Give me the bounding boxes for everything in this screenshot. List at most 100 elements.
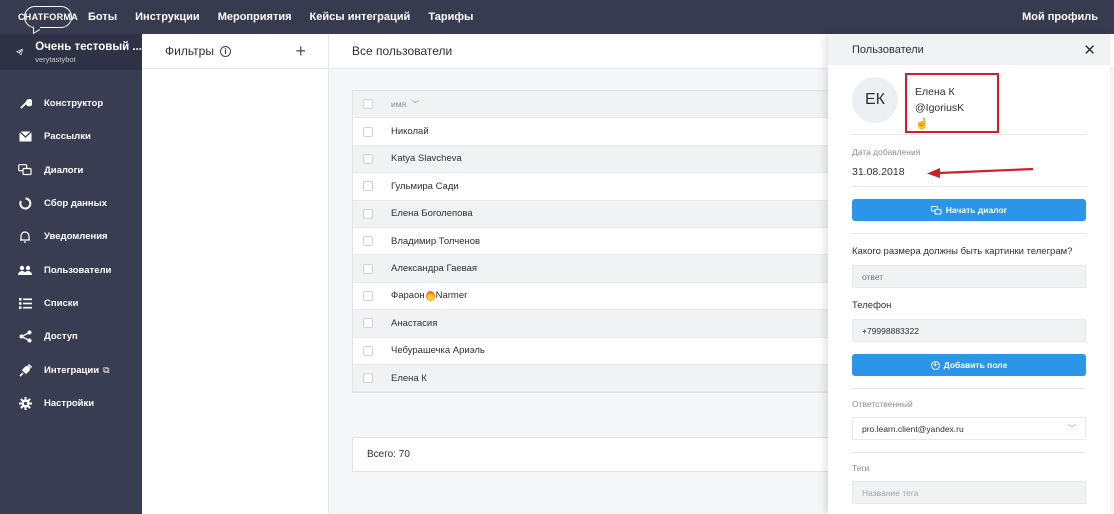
start-dialog-button[interactable]: Начать диалог	[852, 199, 1086, 221]
user-name: Елена К	[391, 372, 427, 384]
row-checkbox[interactable]	[363, 153, 373, 164]
row-checkbox[interactable]	[363, 236, 373, 247]
mouse-cursor-icon: ☝	[915, 118, 929, 130]
sidebar-item-settings[interactable]: Настройки	[0, 387, 142, 420]
table-row[interactable]: Чебурашечка Ариэль	[353, 338, 851, 365]
fire-emoji-icon	[425, 290, 435, 301]
add-filter-button[interactable]: +	[295, 41, 306, 62]
sidebar-item-label: Рассылки	[44, 131, 91, 143]
sidebar-item-data-collection[interactable]: Сбор данных	[0, 187, 142, 220]
external-link-icon: ⧉	[103, 364, 110, 375]
row-checkbox[interactable]	[363, 290, 373, 301]
nav-integration-cases[interactable]: Кейсы интеграций	[310, 11, 411, 23]
user-name: Гульмира Сади	[391, 180, 459, 192]
bot-selector[interactable]: Очень тестовый ... verytastybot	[0, 34, 142, 70]
responsible-select[interactable]: pro.learn.client@yandex.ru ﹀	[852, 417, 1086, 440]
bot-handle: verytastybot	[35, 54, 76, 64]
chevron-down-icon[interactable]: ﹀	[411, 99, 419, 110]
user-name: Katya Slavcheva	[391, 153, 462, 165]
tag-input[interactable]: Название тега	[852, 481, 1086, 504]
row-checkbox[interactable]	[363, 208, 373, 219]
row-checkbox[interactable]	[363, 318, 373, 329]
plug-icon	[18, 363, 32, 377]
red-arrow-annotation	[927, 167, 1034, 178]
avatar: ЕК	[852, 77, 898, 123]
chatforma-logo[interactable]: CHATFORMA	[18, 6, 78, 28]
row-checkbox[interactable]	[363, 345, 373, 356]
chat-bubbles-icon	[18, 163, 32, 177]
users-table: имя ﹀ Николай Katya Slavcheva Гульмира С…	[352, 90, 852, 394]
table-row[interactable]: Александра Гаевая	[353, 255, 851, 283]
sidebar-menu: Конструктор Рассылки Диалоги Сбор данных…	[0, 87, 142, 420]
bell-icon	[18, 230, 32, 244]
table-row[interactable]: Гульмира Сади	[353, 173, 851, 201]
add-field-button[interactable]: + Добавить поле	[852, 354, 1086, 376]
sidebar-item-label: Пользователи	[44, 264, 112, 276]
table-row[interactable]: Владимир Толченов	[353, 228, 851, 256]
user-name: Владимир Толченов	[391, 235, 481, 247]
divider	[852, 452, 1086, 453]
phone-label: Телефон	[852, 300, 892, 311]
row-checkbox[interactable]	[363, 263, 373, 274]
sidebar: Очень тестовый ... verytastybot Конструк…	[0, 34, 142, 514]
table-row[interactable]: Николай	[353, 118, 851, 146]
responsible-value: pro.learn.client@yandex.ru	[862, 423, 964, 434]
table-row[interactable]: Анастасия	[353, 310, 851, 338]
sidebar-item-label: Доступ	[44, 331, 78, 343]
user-name-suffix: Narmer	[435, 290, 468, 302]
chevron-down-icon: ﹀	[1068, 424, 1076, 433]
row-checkbox[interactable]	[363, 126, 373, 137]
row-checkbox[interactable]	[363, 181, 373, 192]
sidebar-item-label: Списки	[44, 297, 79, 309]
nav-pricing[interactable]: Тарифы	[428, 11, 473, 23]
user-name: Александра Гаевая	[391, 263, 478, 275]
my-profile-link[interactable]: Мой профиль	[1022, 11, 1098, 23]
wrench-icon	[18, 97, 32, 111]
filters-title: Фильтры	[165, 44, 214, 58]
envelope-icon	[18, 130, 32, 144]
table-row[interactable]: Елена К	[353, 364, 851, 393]
sidebar-item-label: Интеграции	[44, 364, 100, 376]
plus-circle-icon: +	[930, 360, 940, 370]
share-icon	[18, 330, 32, 344]
telegram-icon	[16, 48, 24, 56]
table-row[interactable]: Елена Боголепова	[353, 200, 851, 228]
user-name: Чебурашечка Ариэль	[391, 345, 485, 357]
table-row[interactable]: Katya Slavcheva	[353, 145, 851, 174]
sidebar-item-label: Диалоги	[44, 164, 84, 176]
date-added-section: Дата добавления 31.08.2018	[852, 135, 1086, 187]
close-icon[interactable]: ✕	[1083, 41, 1096, 59]
panel-title: Пользователи	[852, 43, 924, 56]
filters-column: Фильтры i +	[142, 34, 329, 514]
question-answer-field[interactable]: ответ	[852, 265, 1086, 288]
sidebar-item-label: Уведомления	[44, 231, 108, 243]
sidebar-item-users[interactable]: Пользователи	[0, 253, 142, 286]
phone-field[interactable]: +79998883322	[852, 319, 1086, 342]
page-title: Все пользователи	[352, 44, 453, 58]
sidebar-item-dialogs[interactable]: Диалоги	[0, 154, 142, 187]
row-checkbox[interactable]	[363, 373, 373, 384]
chat-icon	[930, 205, 942, 214]
table-row[interactable]: Фараон Narmer	[353, 283, 851, 311]
question-label: Какого размера должны быть картинки теле…	[852, 246, 1073, 257]
column-header-name[interactable]: имя	[391, 99, 406, 109]
top-nav: Боты Инструкции Мероприятия Кейсы интегр…	[88, 11, 491, 23]
info-icon[interactable]: i	[219, 45, 231, 57]
sidebar-item-label: Конструктор	[44, 98, 104, 110]
sidebar-item-constructor[interactable]: Конструктор	[0, 87, 142, 120]
users-icon	[18, 263, 32, 277]
date-added-label: Дата добавления	[852, 147, 921, 157]
select-all-checkbox[interactable]	[363, 99, 373, 110]
nav-events[interactable]: Мероприятия	[218, 11, 292, 23]
total-count: Всего: 70	[352, 437, 852, 472]
sidebar-item-mailings[interactable]: Рассылки	[0, 120, 142, 153]
user-name: Анастасия	[391, 317, 438, 329]
sidebar-item-integrations[interactable]: Интеграции ⧉	[0, 353, 142, 386]
nav-instructions[interactable]: Инструкции	[135, 11, 200, 23]
nav-bots[interactable]: Боты	[88, 11, 117, 23]
list-icon	[18, 296, 32, 310]
sidebar-item-notifications[interactable]: Уведомления	[0, 220, 142, 253]
sidebar-item-access[interactable]: Доступ	[0, 320, 142, 353]
gear-icon	[18, 396, 32, 410]
sidebar-item-lists[interactable]: Списки	[0, 287, 142, 320]
